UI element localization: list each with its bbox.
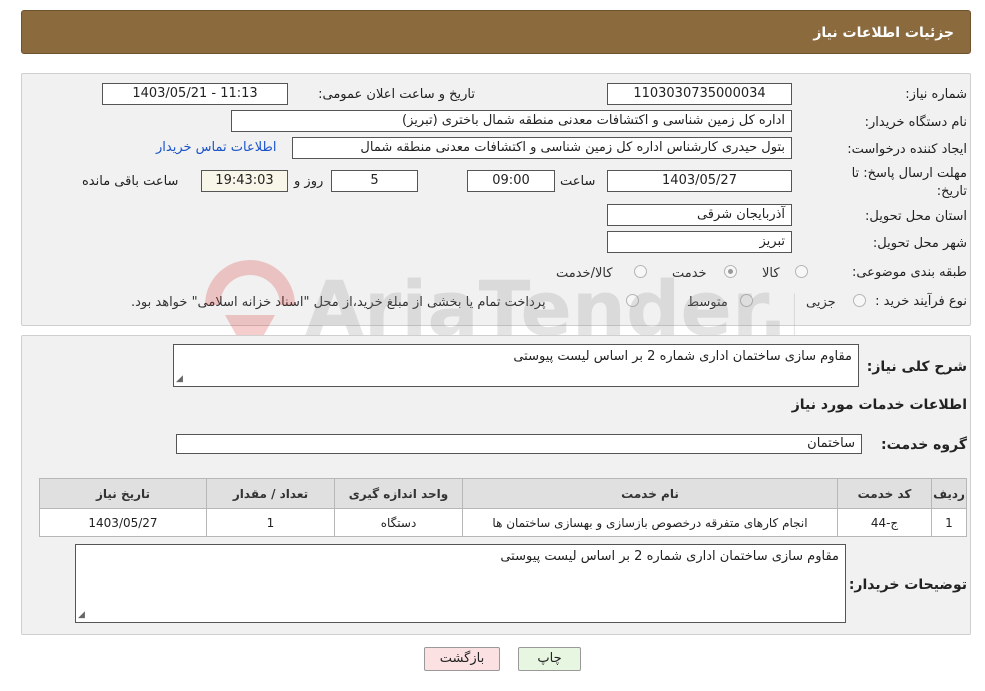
creator-label: ایجاد کننده درخواست: — [847, 142, 967, 157]
process-medium-label: متوسط — [687, 295, 728, 310]
process-label: نوع فرآیند خرید : — [875, 294, 967, 309]
city-field: تبریز — [607, 231, 792, 253]
summary-textarea[interactable]: مقاوم سازی ساختمان اداری شماره 2 بر اساس… — [173, 344, 859, 387]
days-label: روز و — [294, 174, 324, 189]
days-remaining-field: 5 — [331, 170, 418, 192]
cell-quantity: 1 — [206, 508, 335, 537]
col-need-date: تاریخ نیاز — [39, 478, 207, 509]
services-section-title: اطلاعات خدمات مورد نیاز — [791, 397, 967, 413]
buyer-contact-link[interactable]: اطلاعات تماس خریدار — [156, 140, 276, 155]
province-label: استان محل تحویل: — [865, 209, 967, 224]
category-label: طبقه بندی موضوعی: — [851, 265, 967, 280]
need-number-label: شماره نیاز: — [905, 87, 967, 102]
category-service-label: خدمت — [672, 266, 707, 281]
category-radio-goods[interactable] — [795, 265, 808, 278]
category-goods-service-label: کالا/خدمت — [556, 266, 613, 281]
table-header-row: ردیف کد خدمت نام خدمت واحد اندازه گیری ت… — [39, 478, 967, 509]
announce-date-label: تاریخ و ساعت اعلان عمومی: — [318, 87, 475, 102]
deadline-time-label: ساعت — [560, 174, 596, 189]
print-button[interactable]: چاپ — [518, 647, 581, 671]
announce-date-field: 1403/05/21 - 11:13 — [102, 83, 288, 105]
buyer-notes-text: مقاوم سازی ساختمان اداری شماره 2 بر اساس… — [500, 549, 839, 564]
process-minor-label: جزیی — [806, 295, 836, 310]
col-unit: واحد اندازه گیری — [334, 478, 463, 509]
cell-need-date: 1403/05/27 — [39, 508, 207, 537]
process-checkbox-treasury[interactable] — [626, 294, 639, 307]
province-field: آذربایجان شرقی — [607, 204, 792, 226]
resize-grip-icon[interactable]: ◢ — [176, 375, 185, 384]
process-radio-medium[interactable] — [740, 294, 753, 307]
col-quantity: تعداد / مقدار — [206, 478, 335, 509]
process-radio-minor[interactable] — [853, 294, 866, 307]
table-row: 1 ج-44 انجام کارهای متفرقه درخصوص بازساز… — [39, 508, 967, 537]
services-table: ردیف کد خدمت نام خدمت واحد اندازه گیری ت… — [39, 478, 967, 537]
deadline-time-field: 09:00 — [467, 170, 555, 192]
buyer-org-label: نام دستگاه خریدار: — [864, 115, 967, 130]
cell-service-name: انجام کارهای متفرقه درخصوص بازسازی و بهس… — [462, 508, 838, 537]
col-row-number: ردیف — [931, 478, 967, 509]
buyer-org-field: اداره کل زمین شناسی و اکتشافات معدنی منط… — [231, 110, 792, 132]
remaining-time-field: 19:43:03 — [201, 170, 288, 192]
cell-service-code: ج-44 — [837, 508, 932, 537]
buyer-notes-textarea[interactable]: مقاوم سازی ساختمان اداری شماره 2 بر اساس… — [75, 544, 846, 623]
page-title: جزئیات اطلاعات نیاز — [813, 25, 954, 41]
deadline-label: مهلت ارسال پاسخ: تا تاریخ: — [852, 165, 967, 201]
deadline-date-field: 1403/05/27 — [607, 170, 792, 192]
need-number-field: 1103030735000034 — [607, 83, 792, 105]
category-radio-goods-service[interactable] — [634, 265, 647, 278]
cell-unit: دستگاه — [334, 508, 463, 537]
resize-grip-icon[interactable]: ◢ — [78, 611, 87, 620]
buyer-notes-label: توضیحات خریدار: — [848, 577, 967, 593]
service-group-field: ساختمان — [176, 434, 862, 454]
cell-row-number: 1 — [931, 508, 967, 537]
service-group-label: گروه خدمت: — [881, 437, 967, 453]
summary-text: مقاوم سازی ساختمان اداری شماره 2 بر اساس… — [513, 349, 852, 364]
deadline-label-line2: تاریخ: — [936, 184, 967, 199]
category-radio-service[interactable] — [724, 265, 737, 278]
category-goods-label: کالا — [762, 266, 780, 281]
col-service-code: کد خدمت — [837, 478, 932, 509]
creator-field: بتول حیدری کارشناس اداره کل زمین شناسی و… — [292, 137, 792, 159]
page-header: جزئیات اطلاعات نیاز — [21, 10, 971, 54]
city-label: شهر محل تحویل: — [872, 236, 967, 251]
remaining-time-label: ساعت باقی مانده — [82, 174, 179, 189]
col-service-name: نام خدمت — [462, 478, 838, 509]
back-button[interactable]: بازگشت — [424, 647, 500, 671]
process-treasury-note: پرداخت تمام یا بخشی از مبلغ خرید،از محل … — [131, 295, 546, 310]
summary-label: شرح کلی نیاز: — [866, 359, 967, 375]
deadline-label-line1: مهلت ارسال پاسخ: تا — [851, 166, 967, 181]
